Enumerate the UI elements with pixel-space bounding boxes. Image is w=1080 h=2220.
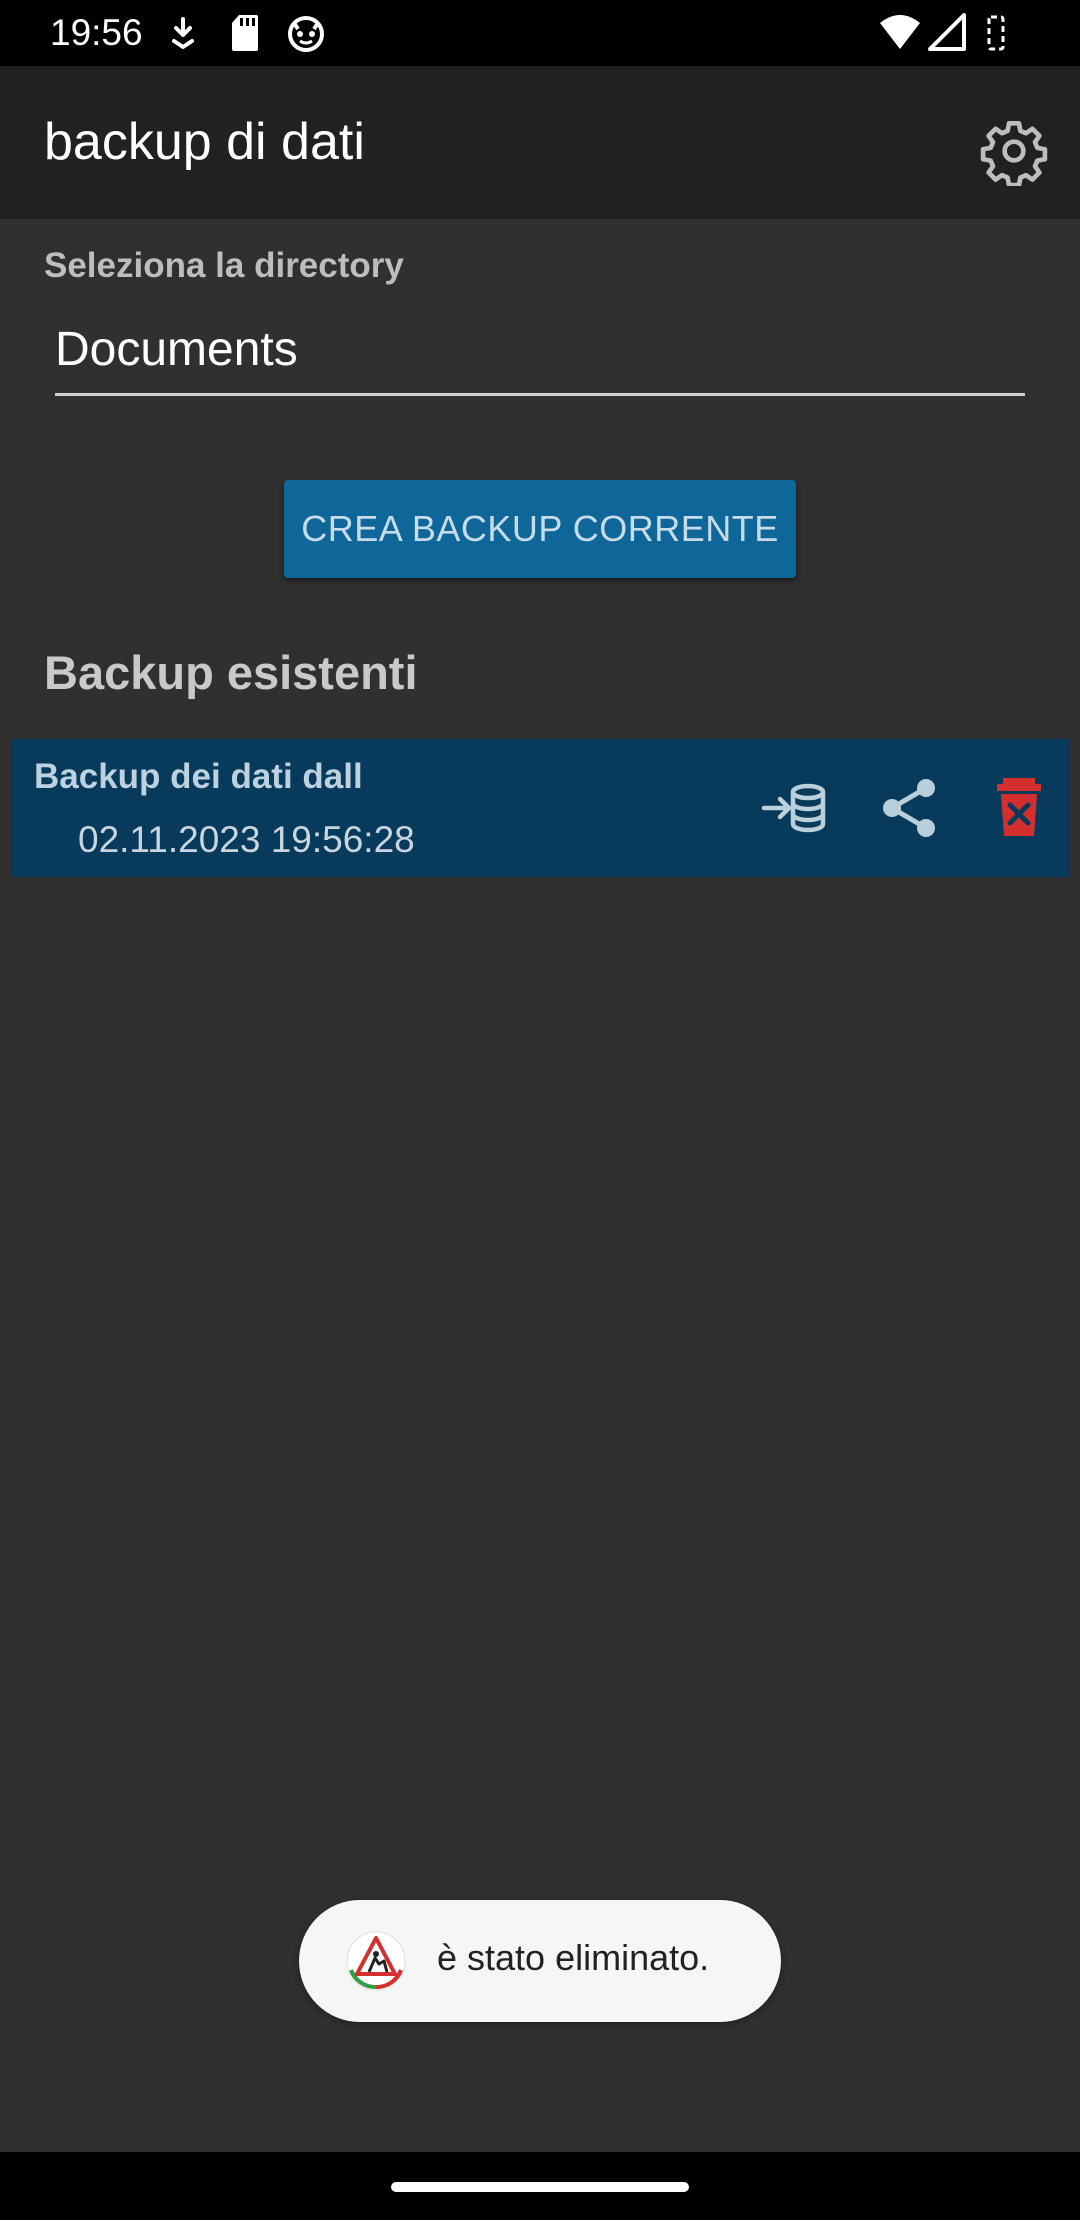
wifi-icon	[878, 13, 922, 58]
directory-value: Documents	[55, 323, 298, 376]
backup-name: Backup dei dati dall	[34, 757, 363, 796]
battery-icon	[986, 13, 1006, 58]
delete-button[interactable]	[979, 768, 1059, 848]
delete-icon	[979, 778, 1059, 852]
share-icon	[869, 779, 949, 852]
download-arrow-icon	[168, 13, 198, 58]
directory-label: Seleziona la directory	[44, 246, 404, 285]
list-item[interactable]: Backup dei dati dall 02.11.2023 19:56:28	[11, 739, 1069, 877]
navigation-bar	[0, 2152, 1080, 2220]
gear-icon	[979, 120, 1049, 190]
share-button[interactable]	[869, 768, 949, 848]
status-bar: 19:56	[0, 0, 1080, 66]
section-title: Backup esistenti	[44, 646, 418, 699]
app-title: backup di dati	[44, 113, 365, 171]
app-logo-icon	[345, 1930, 407, 1992]
cell-signal-icon	[928, 13, 968, 58]
toast-message: è stato eliminato.	[437, 1937, 710, 1978]
create-backup-button[interactable]: CREA BACKUP CORRENTE	[284, 480, 796, 578]
sd-card-icon	[230, 13, 260, 58]
status-time: 19:56	[50, 12, 143, 53]
restore-database-icon	[756, 783, 836, 852]
cat-face-icon	[286, 13, 326, 58]
home-handle[interactable]	[391, 2182, 689, 2192]
toast: è stato eliminato.	[299, 1900, 781, 2022]
directory-field[interactable]: Documents	[55, 318, 1025, 396]
restore-button[interactable]	[756, 768, 836, 848]
settings-button[interactable]	[979, 116, 1049, 188]
app-bar: backup di dati	[0, 66, 1080, 219]
backup-date: 02.11.2023 19:56:28	[78, 819, 415, 860]
